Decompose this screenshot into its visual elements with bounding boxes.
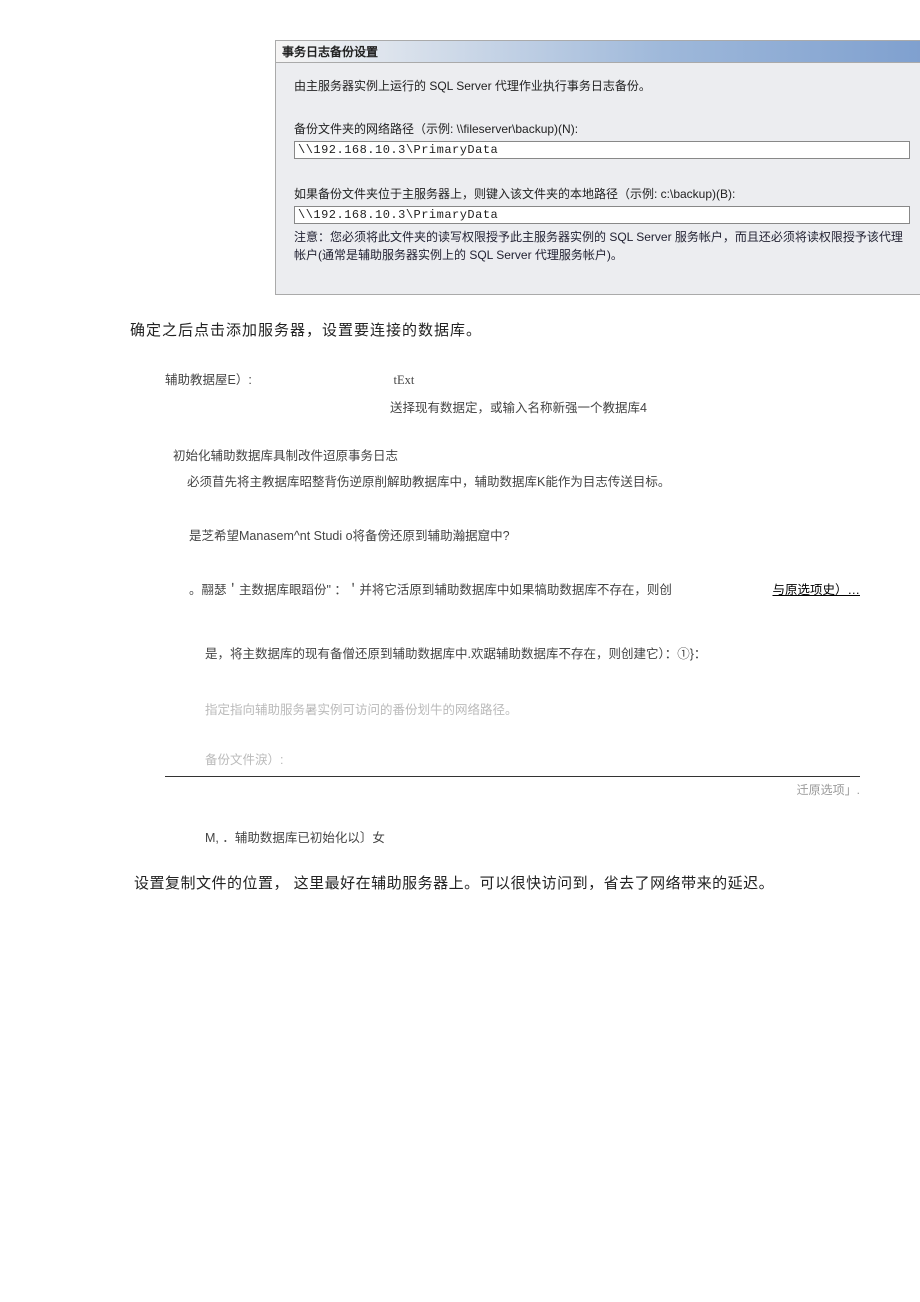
dialog-title: 事务日志备份设置 — [276, 41, 920, 63]
option-2[interactable]: 是，将主数据库的现有备僧还原到辅助数据库中.欢踞辅助数据库不存在，则创建它）：①… — [205, 644, 860, 664]
backup-file-label: 备份文件淚）: — [205, 750, 860, 770]
secondary-db-label: 辅助教据屋E）: — [165, 370, 390, 390]
permission-note: 注意：您必须将此文件夹的读写权限授予此主服务器实例的 SQL Server 服务… — [294, 228, 910, 264]
secondary-db-value[interactable]: tExt — [393, 370, 414, 390]
paragraph-1: 确定之后点击添加服务器，设置要连接的数据库。 — [130, 319, 870, 340]
backup-settings-dialog: 事务日志备份设置 由主服务器实例上运行的 SQL Server 代理作业执行事务… — [275, 40, 920, 295]
local-path-input[interactable] — [294, 206, 910, 224]
network-path-input[interactable] — [294, 141, 910, 159]
secondary-db-hint: 送择现有数据定，或输入名称新强一个教据库4 — [390, 398, 860, 418]
dialog-body: 由主服务器实例上运行的 SQL Server 代理作业执行事务日志备份。 备份文… — [276, 63, 920, 294]
init-section-title: 初始化辅助数据库具制改件迢原事务日志 — [173, 446, 860, 466]
initialized-text: M, ．辅助数据库已初始化以〕女 — [205, 828, 860, 848]
network-path-label: 备份文件夹的网络路径（示例: \\fileserver\backup)(N): — [294, 120, 910, 137]
path-hint: 指定指向辅助服务暑实例可访问的番份划牛的网络路径。 — [205, 700, 860, 720]
local-path-label: 如果备份文件夹位于主服务器上，则键入该文件夹的本地路径（示例: c:\backu… — [294, 185, 910, 202]
intro-text: 由主服务器实例上运行的 SQL Server 代理作业执行事务日志备份。 — [294, 77, 910, 94]
restore-option-text[interactable]: 迁原选项」. — [165, 781, 860, 800]
divider — [165, 776, 860, 777]
option-1-link[interactable]: 与原选项史）… — [772, 580, 860, 600]
paragraph-2: 设置复制文件的位置， 这里最好在辅助服务器上。可以很快访问到，省去了网络带来的延… — [134, 872, 870, 893]
init-section-body: 必须苜先将主教据库昭整背伤逆原削解助教据库中，辅助数据库K能作为目志传送目标。 — [187, 472, 860, 492]
restore-question: 是芝希望Manasem^nt Studi o将备傍还原到辅助瀚据窟中? — [189, 526, 860, 546]
secondary-db-form: 辅助教据屋E）: tExt 送择现有数据定，或输入名称新强一个教据库4 初始化辅… — [165, 364, 860, 848]
option-1[interactable]: 。翮瑟＇主数据库眼蹈份" ：＇并将它活原到辅助数据库中如果犒助数据库不存在，则创 — [189, 583, 672, 597]
